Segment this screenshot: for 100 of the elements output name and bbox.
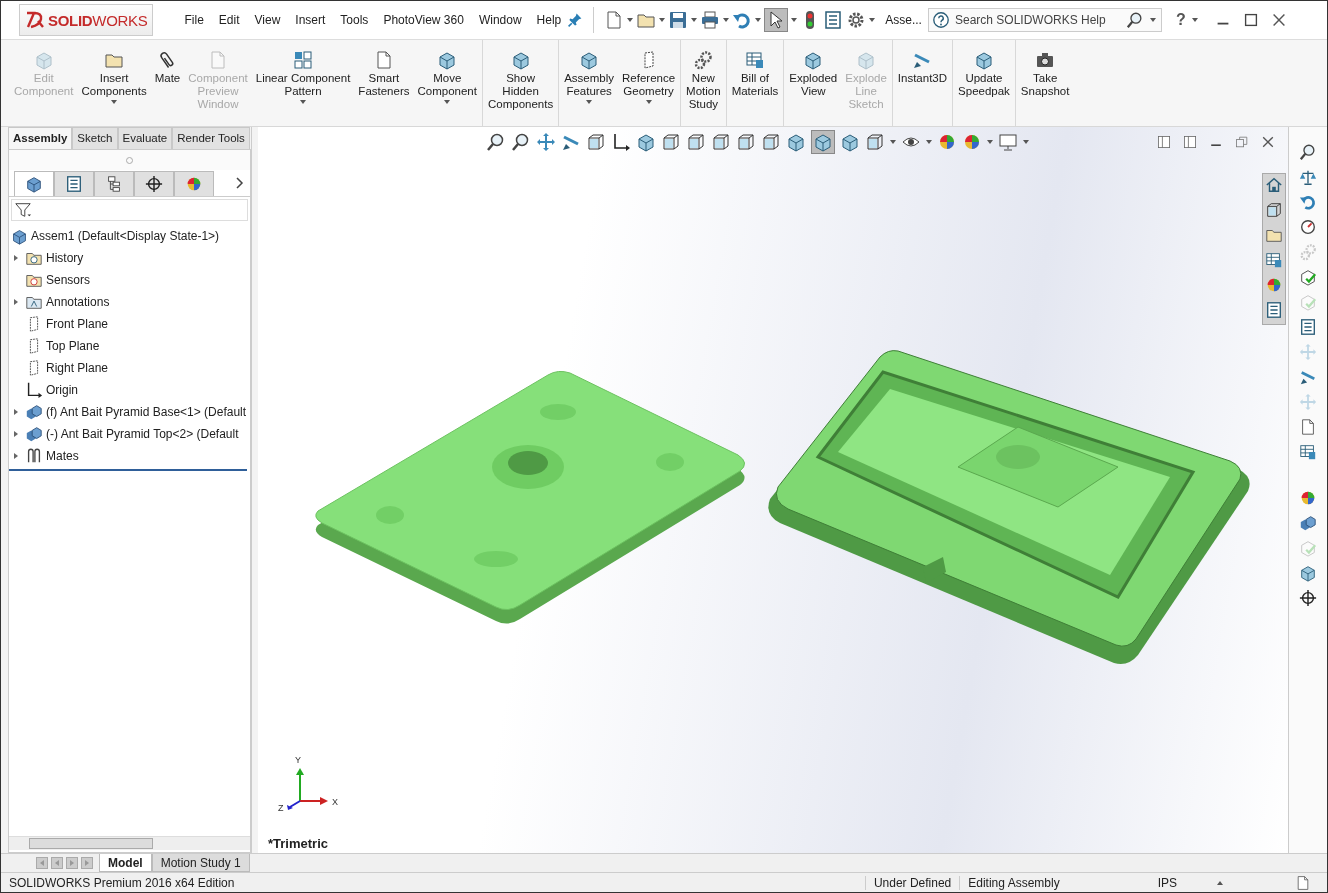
color-ball-icon[interactable]: [1265, 276, 1283, 294]
caret-icon[interactable]: [755, 18, 762, 22]
menu-item[interactable]: View: [254, 13, 281, 27]
panel-tab[interactable]: [54, 170, 94, 196]
color-ball-icon[interactable]: [1299, 489, 1317, 507]
model-tab[interactable]: Model: [99, 854, 152, 872]
caret-icon[interactable]: [627, 18, 634, 22]
wireframe-cube-icon[interactable]: [711, 132, 731, 152]
ribbon-button[interactable]: Assembly Features: [560, 40, 619, 126]
caret-icon[interactable]: [869, 18, 876, 22]
ribbon-button[interactable]: Instant3D: [893, 40, 952, 126]
tree-item[interactable]: (-) Ant Bait Pyramid Top<2> (Default: [46, 427, 239, 441]
search-field[interactable]: Search SOLIDWORKS Help: [927, 8, 1162, 32]
tree-item[interactable]: Mates: [46, 449, 79, 463]
table-icon[interactable]: [1299, 443, 1317, 461]
command-tab[interactable]: Assembly: [8, 127, 73, 149]
command-tab[interactable]: Sketch: [72, 127, 118, 149]
home-icon[interactable]: [1265, 176, 1283, 194]
undo-icon[interactable]: [732, 10, 753, 30]
filter-field[interactable]: [11, 199, 248, 221]
wireframe-cube-icon[interactable]: [865, 132, 885, 152]
tree-item[interactable]: Top Plane: [46, 339, 100, 353]
magnifier-icon[interactable]: [486, 132, 506, 152]
gauge-icon[interactable]: [1299, 218, 1317, 236]
caret-icon[interactable]: [987, 140, 993, 144]
cube-icon[interactable]: [1299, 564, 1317, 582]
ribbon-button[interactable]: Show Hidden Components: [483, 40, 558, 126]
wireframe-cube-icon[interactable]: [736, 132, 756, 152]
caret-icon[interactable]: [926, 140, 932, 144]
wireframe-cube-icon[interactable]: [586, 132, 606, 152]
caret-icon[interactable]: [791, 18, 798, 22]
shaded-view-button[interactable]: [811, 130, 835, 154]
tree-item[interactable]: Assem1 (Default<Display State-1>): [31, 229, 220, 243]
checked-cube-icon[interactable]: [1299, 539, 1317, 557]
wireframe-cube-icon[interactable]: [761, 132, 781, 152]
panel-icon[interactable]: [1182, 134, 1198, 150]
wireframe-cube-icon[interactable]: [686, 132, 706, 152]
caret-icon[interactable]: [1217, 880, 1223, 885]
horizontal-scrollbar[interactable]: [9, 836, 250, 850]
ribbon-button[interactable]: Exploded View: [785, 40, 842, 126]
search-icon[interactable]: [1125, 11, 1144, 29]
menu-item[interactable]: Insert: [295, 13, 326, 27]
command-tab[interactable]: Render Tools: [172, 127, 250, 149]
document-icon[interactable]: [1299, 418, 1317, 436]
expand-arrow-icon[interactable]: [13, 409, 18, 415]
monitor-icon[interactable]: [998, 132, 1018, 152]
select-button[interactable]: [764, 8, 789, 32]
pin-icon[interactable]: [567, 12, 584, 28]
caret-icon[interactable]: [1023, 140, 1029, 144]
menu-item[interactable]: Window: [478, 13, 522, 27]
command-tab[interactable]: Evaluate: [117, 127, 173, 149]
expand-arrow-icon[interactable]: [13, 255, 18, 261]
ribbon-button[interactable]: Mate: [150, 40, 185, 126]
axes-icon[interactable]: [611, 132, 631, 152]
color-ball-icon[interactable]: [937, 132, 957, 152]
restore-icon[interactable]: [1234, 134, 1250, 150]
caret-icon[interactable]: [691, 18, 698, 22]
part-icon[interactable]: [1299, 514, 1317, 532]
caret-icon[interactable]: [890, 140, 896, 144]
ribbon-button[interactable]: Bill of Materials: [727, 40, 783, 126]
close-icon[interactable]: [1260, 134, 1276, 150]
cube-icon[interactable]: [840, 132, 860, 152]
panel-tab[interactable]: [174, 170, 214, 196]
ribbon-button[interactable]: Move Component: [413, 40, 481, 126]
printer-icon[interactable]: [700, 10, 721, 30]
cube-icon[interactable]: [636, 132, 656, 152]
caret-icon[interactable]: [1149, 18, 1156, 22]
ribbon-button[interactable]: Smart Fasteners: [354, 40, 414, 126]
model-tab[interactable]: Motion Study 1: [151, 854, 250, 872]
list-icon[interactable]: [1299, 318, 1317, 336]
checked-cube-icon[interactable]: [1299, 268, 1317, 286]
tree-item[interactable]: Annotations: [46, 295, 110, 309]
move-arrows-icon[interactable]: [536, 132, 556, 152]
cube-icon[interactable]: [786, 132, 806, 152]
expand-arrow-icon[interactable]: [13, 299, 18, 305]
expand-arrow-icon[interactable]: [13, 453, 18, 459]
tree-item[interactable]: Sensors: [46, 273, 91, 287]
wireframe-cube-icon[interactable]: [1265, 201, 1283, 219]
ribbon-button[interactable]: Take Snapshot: [1016, 40, 1074, 126]
menu-item[interactable]: PhotoView 360: [383, 13, 464, 27]
ribbon-button[interactable]: Insert Components: [77, 40, 151, 126]
panel-tab[interactable]: [134, 170, 174, 196]
graphics-area[interactable]: Y X Z *Trimetric: [258, 127, 1288, 853]
ruler-icon[interactable]: [1299, 368, 1317, 386]
expand-arrow-icon[interactable]: [13, 431, 18, 437]
menu-item[interactable]: Help: [536, 13, 562, 27]
magnifier-icon[interactable]: [1299, 143, 1317, 161]
panel-icon[interactable]: [1156, 134, 1172, 150]
menu-item[interactable]: Edit: [218, 13, 240, 27]
ribbon-button[interactable]: Update Speedpak: [954, 40, 1014, 126]
ribbon-button[interactable]: New Motion Study: [682, 40, 725, 126]
tree-item[interactable]: Right Plane: [46, 361, 109, 375]
help-button[interactable]: ?: [1175, 11, 1186, 29]
caret-icon[interactable]: [659, 18, 666, 22]
crosshair-icon[interactable]: [1299, 589, 1317, 607]
color-ball-icon[interactable]: [962, 132, 982, 152]
chevron-right-icon[interactable]: [236, 177, 244, 189]
menu-item[interactable]: File: [184, 13, 204, 27]
magnifier-icon[interactable]: [511, 132, 531, 152]
panel-tab[interactable]: [94, 170, 134, 196]
